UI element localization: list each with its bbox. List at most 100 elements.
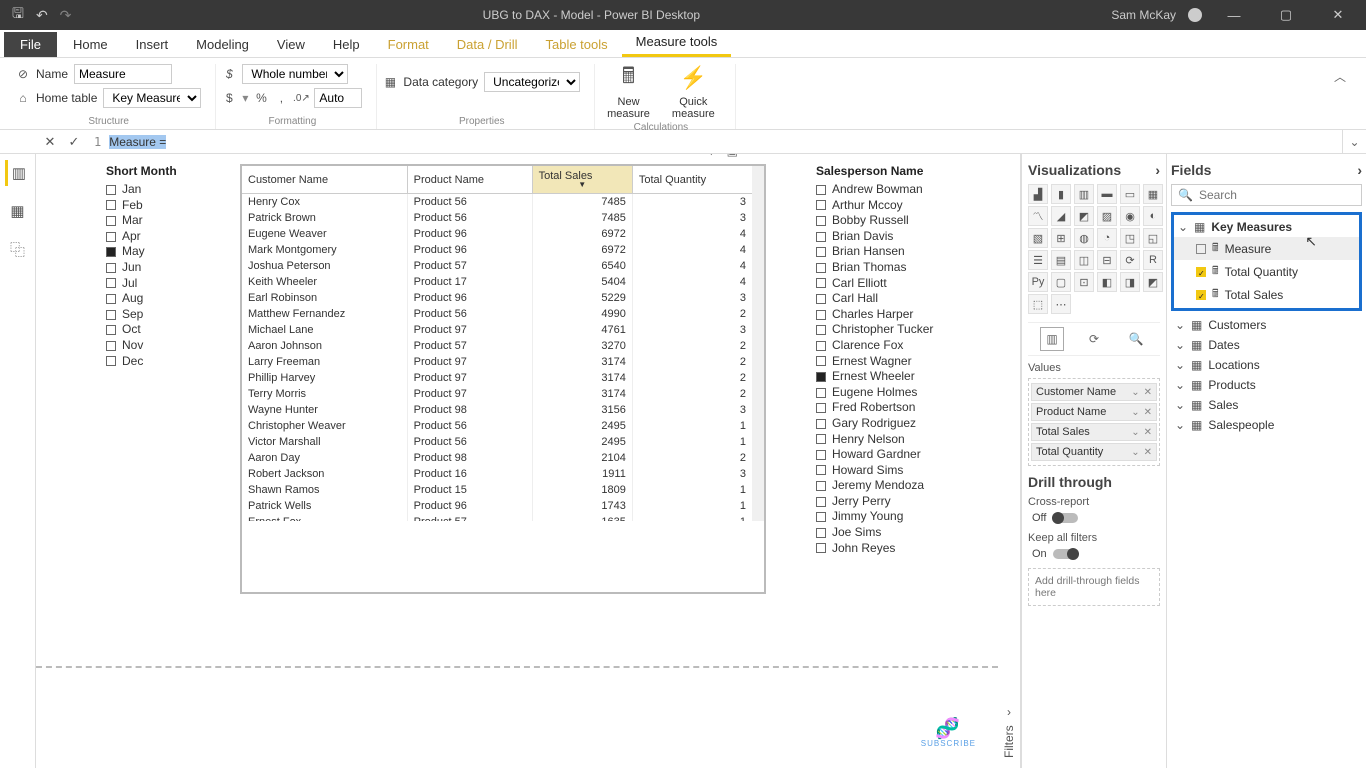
table-sales[interactable]: ⌄▦Sales xyxy=(1171,395,1362,415)
checkbox[interactable] xyxy=(816,528,826,538)
checkbox[interactable] xyxy=(816,450,826,460)
chevron-down-icon[interactable]: ⌄ xyxy=(1131,427,1139,438)
table-row[interactable]: Mark MontgomeryProduct 9669724 xyxy=(242,242,752,258)
sp-item[interactable]: Bobby Russell xyxy=(816,213,966,229)
avatar[interactable] xyxy=(1188,8,1202,22)
chevron-down-icon[interactable]: ⌄ xyxy=(1178,220,1188,234)
table-row[interactable]: Aaron JohnsonProduct 5732702 xyxy=(242,338,752,354)
table-row[interactable]: Victor MarshallProduct 5624951 xyxy=(242,434,752,450)
checkbox[interactable] xyxy=(816,325,826,335)
checkbox[interactable] xyxy=(816,419,826,429)
save-icon[interactable]: 🖫 xyxy=(12,3,24,27)
scrollbar-thumb[interactable] xyxy=(754,168,763,228)
chevron-down-icon[interactable]: ⌄ xyxy=(1175,338,1185,352)
checkbox[interactable] xyxy=(816,512,826,522)
chevron-down-icon[interactable]: ⌄ xyxy=(1175,418,1185,432)
checkbox[interactable] xyxy=(106,294,116,304)
sp-item[interactable]: Howard Sims xyxy=(816,463,966,479)
sp-item[interactable]: Eugene Holmes xyxy=(816,385,966,401)
tab-measure-tools[interactable]: Measure tools xyxy=(622,29,732,57)
minimize-button[interactable]: — xyxy=(1214,0,1254,30)
col-product-name[interactable]: Product Name xyxy=(407,166,532,194)
viz-type-4[interactable]: ▭ xyxy=(1120,184,1140,204)
tab-format[interactable]: Format xyxy=(374,32,443,57)
table-row[interactable]: Joshua PetersonProduct 5765404 xyxy=(242,258,752,274)
home-table-select[interactable]: Key Measures xyxy=(103,88,201,108)
checkbox-checked[interactable] xyxy=(1196,267,1206,277)
sp-item[interactable]: Howard Gardner xyxy=(816,447,966,463)
checkbox[interactable] xyxy=(816,543,826,553)
month-item-Oct[interactable]: Oct xyxy=(106,322,216,338)
month-slicer[interactable]: Short Month JanFebMarAprMayJunJulAugSepO… xyxy=(106,164,216,594)
month-item-Sep[interactable]: Sep xyxy=(106,307,216,323)
table-row[interactable]: Christopher WeaverProduct 5624951 xyxy=(242,418,752,434)
checkbox[interactable] xyxy=(816,372,826,382)
tab-home[interactable]: Home xyxy=(59,32,122,57)
viz-type-27[interactable]: ◧ xyxy=(1097,272,1117,292)
comma-icon[interactable]: , xyxy=(274,91,288,105)
sp-item[interactable]: Brian Hansen xyxy=(816,244,966,260)
month-item-Jul[interactable]: Jul xyxy=(106,276,216,292)
collapse-viz-icon[interactable]: › xyxy=(1155,162,1160,178)
formula-input[interactable]: Measure = xyxy=(109,135,166,149)
collapse-fields-icon[interactable]: › xyxy=(1357,162,1362,178)
checkbox[interactable] xyxy=(816,481,826,491)
value-pill-total-quantity[interactable]: Total Quantity⌄✕ xyxy=(1031,443,1157,461)
viz-type-16[interactable]: ◳ xyxy=(1120,228,1140,248)
fields-search[interactable]: 🔍 xyxy=(1171,184,1362,206)
checkbox[interactable] xyxy=(106,310,116,320)
fields-search-input[interactable] xyxy=(1199,188,1355,202)
viz-type-25[interactable]: ▢ xyxy=(1051,272,1071,292)
sp-item[interactable]: Henry Nelson xyxy=(816,432,966,448)
currency-icon[interactable]: $ xyxy=(222,91,236,105)
viz-type-23[interactable]: R xyxy=(1143,250,1163,270)
month-item-Jun[interactable]: Jun xyxy=(106,260,216,276)
format-select[interactable]: Whole number xyxy=(242,64,348,84)
viz-type-15[interactable]: ◔ xyxy=(1097,228,1117,248)
checkbox[interactable] xyxy=(1196,244,1206,254)
value-pill-product-name[interactable]: Product Name⌄✕ xyxy=(1031,403,1157,421)
checkbox[interactable] xyxy=(816,403,826,413)
checkbox[interactable] xyxy=(106,278,116,288)
table-row[interactable]: Matthew FernandezProduct 5649902 xyxy=(242,306,752,322)
sp-item[interactable]: John Reyes xyxy=(816,541,966,557)
viz-type-30[interactable]: ⬚ xyxy=(1028,294,1048,314)
quick-measure-button[interactable]: ⚡ Quick measure xyxy=(666,64,721,120)
checkbox[interactable] xyxy=(816,232,826,242)
cancel-formula-button[interactable]: ✕ xyxy=(38,130,62,154)
viz-type-2[interactable]: ▥ xyxy=(1074,184,1094,204)
checkbox[interactable] xyxy=(816,356,826,366)
table-row[interactable]: Aaron DayProduct 9821042 xyxy=(242,450,752,466)
checkbox[interactable] xyxy=(106,216,116,226)
checkbox[interactable] xyxy=(106,185,116,195)
viz-type-17[interactable]: ◱ xyxy=(1143,228,1163,248)
value-pill-total-sales[interactable]: Total Sales⌄✕ xyxy=(1031,423,1157,441)
viz-type-20[interactable]: ◫ xyxy=(1074,250,1094,270)
viz-type-12[interactable]: ▧ xyxy=(1028,228,1048,248)
commit-formula-button[interactable]: ✓ xyxy=(62,130,86,154)
table-row[interactable]: Earl RobinsonProduct 9652293 xyxy=(242,290,752,306)
cross-report-toggle[interactable]: Off xyxy=(1032,512,1160,524)
value-pill-customer-name[interactable]: Customer Name⌄✕ xyxy=(1031,383,1157,401)
viz-type-29[interactable]: ◩ xyxy=(1143,272,1163,292)
table-dates[interactable]: ⌄▦Dates xyxy=(1171,335,1362,355)
sp-item[interactable]: Ernest Wheeler xyxy=(816,369,966,385)
data-view-button[interactable]: ▦ xyxy=(5,198,31,224)
checkbox[interactable] xyxy=(816,294,826,304)
remove-icon[interactable]: ✕ xyxy=(1144,387,1152,398)
checkbox[interactable] xyxy=(816,247,826,257)
sp-item[interactable]: Charles Harper xyxy=(816,307,966,323)
table-row[interactable]: Robert JacksonProduct 1619113 xyxy=(242,466,752,482)
viz-type-26[interactable]: ⊡ xyxy=(1074,272,1094,292)
field-total-sales[interactable]: 🖩 Total Sales xyxy=(1174,283,1359,306)
table-key-measures[interactable]: ⌄ ▦ Key Measures xyxy=(1174,217,1359,237)
table-row[interactable]: Patrick BrownProduct 5674853 xyxy=(242,210,752,226)
tab-insert[interactable]: Insert xyxy=(122,32,183,57)
sp-item[interactable]: Carl Elliott xyxy=(816,276,966,292)
viz-type-9[interactable]: ▨ xyxy=(1097,206,1117,226)
focus-icon[interactable]: ▣ xyxy=(727,154,738,159)
sp-item[interactable]: Ernest Wagner xyxy=(816,354,966,370)
sp-item[interactable]: Arthur Mccoy xyxy=(816,198,966,214)
viz-type-14[interactable]: ◍ xyxy=(1074,228,1094,248)
data-category-select[interactable]: Uncategorized xyxy=(484,72,580,92)
